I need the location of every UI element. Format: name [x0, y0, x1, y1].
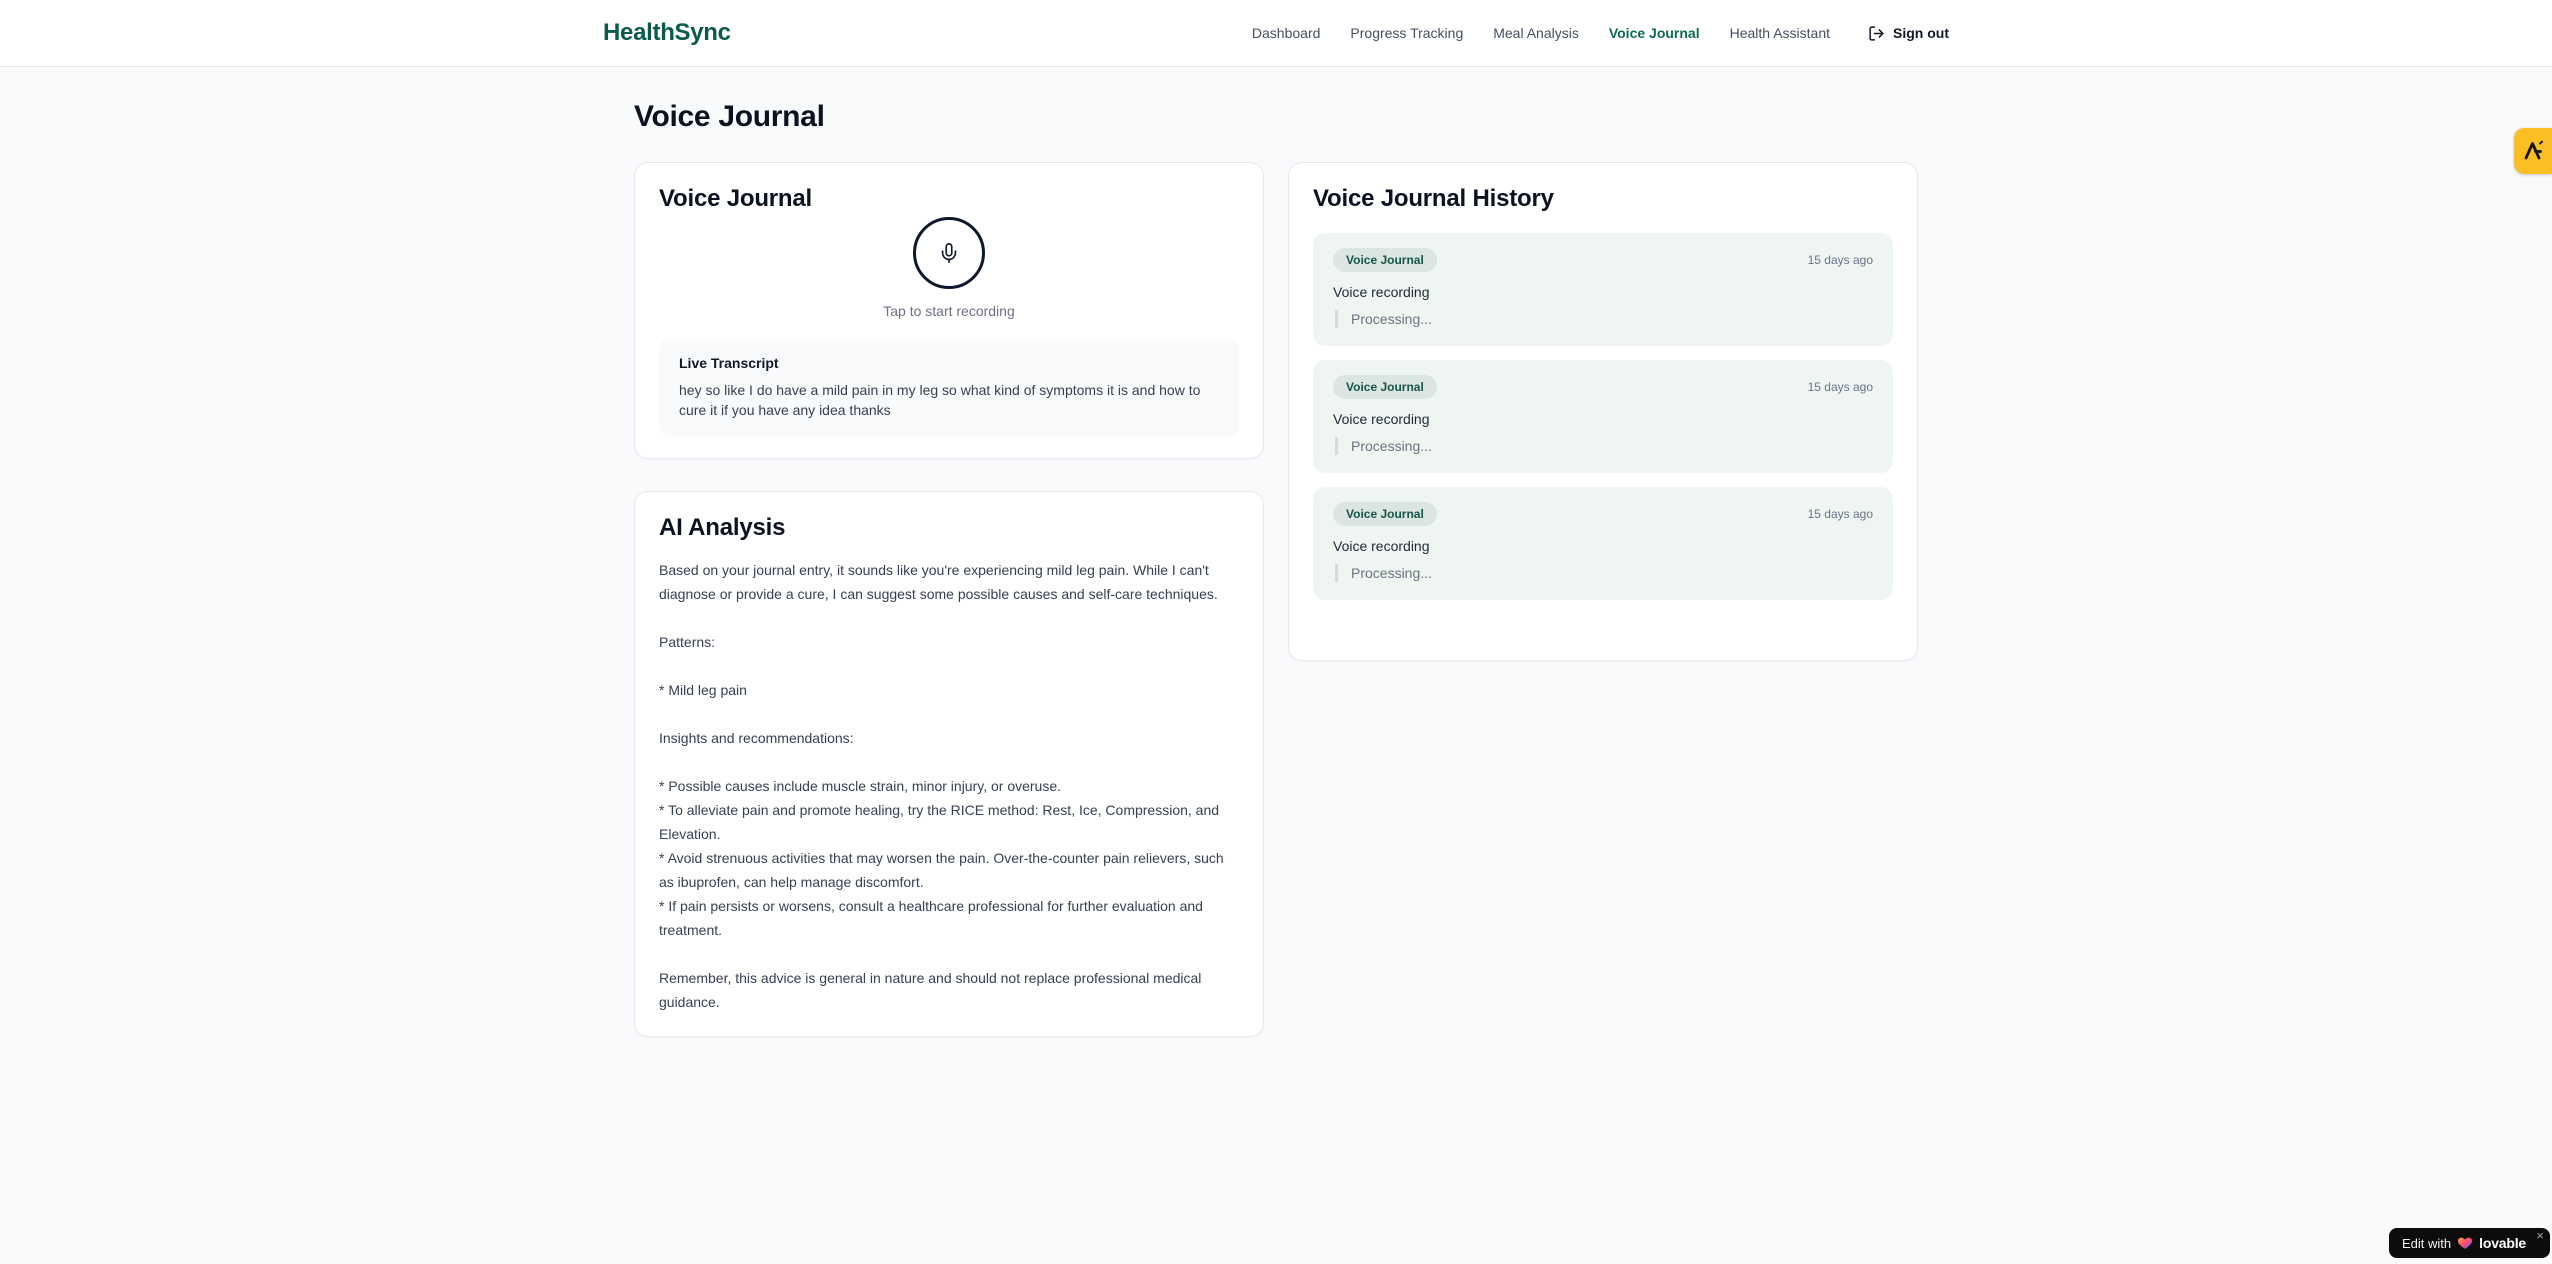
history-entry[interactable]: Voice Journal 15 days ago Voice recordin…: [1313, 233, 1893, 346]
browser-extension-badge[interactable]: [2514, 128, 2552, 174]
ai-analysis-card: AI Analysis Based on your journal entry,…: [634, 491, 1264, 1037]
app-logo[interactable]: HealthSync: [603, 19, 731, 47]
voice-journal-history-card: Voice Journal History Voice Journal 15 d…: [1288, 162, 1918, 661]
history-entry-list: Voice Journal 15 days ago Voice recordin…: [1313, 233, 1893, 600]
voice-recorder-card: Voice Journal Tap to start recording Liv…: [634, 162, 1264, 459]
live-transcript-text: hey so like I do have a mild pain in my …: [679, 382, 1201, 418]
lovable-brand-label: lovable: [2479, 1235, 2526, 1251]
nav-progress-tracking[interactable]: Progress Tracking: [1350, 25, 1463, 41]
sign-out-label: Sign out: [1893, 25, 1949, 41]
recorder-card-title: Voice Journal: [659, 185, 813, 212]
ai-analysis-title: AI Analysis: [659, 514, 786, 541]
lovable-edit-badge[interactable]: Edit with lovable ×: [2389, 1228, 2550, 1258]
ai-analysis-text: Based on your journal entry, it sounds l…: [659, 562, 1224, 1010]
entry-type-badge: Voice Journal: [1333, 502, 1437, 526]
tap-to-record-hint: Tap to start recording: [883, 303, 1015, 319]
entry-status: Processing...: [1335, 310, 1873, 328]
lovable-heart-icon: [2458, 1237, 2473, 1249]
history-entry[interactable]: Voice Journal 15 days ago Voice recordin…: [1313, 487, 1893, 600]
record-button[interactable]: [913, 217, 985, 289]
entry-type-badge: Voice Journal: [1333, 248, 1437, 272]
microphone-icon: [941, 243, 957, 263]
entry-title: Voice recording: [1333, 411, 1430, 427]
entry-status: Processing...: [1335, 437, 1873, 455]
live-transcript-label: Live Transcript: [679, 355, 779, 371]
entry-type-badge: Voice Journal: [1333, 375, 1437, 399]
entry-timestamp: 15 days ago: [1807, 507, 1873, 521]
right-column: Voice Journal History Voice Journal 15 d…: [1288, 162, 1918, 661]
main-nav: Dashboard Progress Tracking Meal Analysi…: [1252, 25, 1949, 42]
close-icon[interactable]: ×: [2536, 1229, 2544, 1242]
left-column: Voice Journal Tap to start recording Liv…: [634, 162, 1264, 1037]
extension-logo-icon: [2524, 140, 2543, 160]
nav-health-assistant[interactable]: Health Assistant: [1730, 25, 1830, 41]
entry-status: Processing...: [1335, 564, 1873, 582]
edit-with-label: Edit with: [2402, 1235, 2452, 1251]
page-title: Voice Journal: [634, 100, 825, 133]
top-navbar: HealthSync Dashboard Progress Tracking M…: [0, 0, 2552, 67]
live-transcript-panel: Live Transcript hey so like I do have a …: [659, 339, 1239, 436]
nav-meal-analysis[interactable]: Meal Analysis: [1493, 25, 1579, 41]
entry-title: Voice recording: [1333, 284, 1430, 300]
history-card-title: Voice Journal History: [1313, 185, 1554, 212]
logout-icon: [1869, 25, 1884, 41]
entry-timestamp: 15 days ago: [1807, 380, 1873, 394]
page-content: Voice Journal Voice Journal Tap to start…: [634, 100, 1918, 1037]
entry-timestamp: 15 days ago: [1807, 253, 1873, 267]
nav-dashboard[interactable]: Dashboard: [1252, 25, 1321, 41]
entry-title: Voice recording: [1333, 538, 1430, 554]
nav-voice-journal[interactable]: Voice Journal: [1609, 25, 1700, 41]
history-entry[interactable]: Voice Journal 15 days ago Voice recordin…: [1313, 360, 1893, 473]
sign-out-button[interactable]: Sign out: [1868, 25, 1949, 42]
